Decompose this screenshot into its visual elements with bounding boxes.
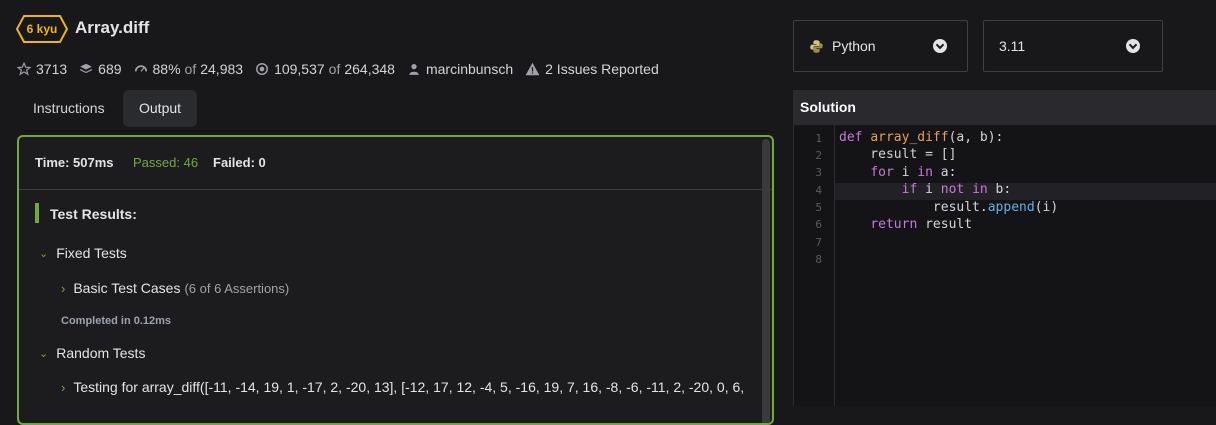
code-line: result = [] <box>839 147 957 162</box>
fixed-tests-group[interactable]: ⌄ Fixed Tests <box>39 245 127 261</box>
line-number: 4 <box>815 184 822 197</box>
issues-label: 2 Issues Reported <box>545 61 659 77</box>
results-marker <box>35 203 39 223</box>
random-test-case[interactable]: › Testing for array_diff([-11, -14, 19, … <box>61 379 744 395</box>
line-number: 1 <box>815 132 822 145</box>
passed-label: Passed: 46 <box>133 155 199 170</box>
output-summary: Time: 507ms Passed: 46 Failed: 0 <box>19 137 772 190</box>
chevron-right-icon: › <box>61 280 66 296</box>
stars-count: 3713 <box>36 61 68 77</box>
kata-title: Array.diff <box>75 18 150 37</box>
line-number: 3 <box>815 166 822 179</box>
code-line: return result <box>870 217 973 232</box>
time-label: Time: 507ms <box>35 155 114 170</box>
star-icon <box>17 62 31 76</box>
testing-for-label: Testing for array_diff([-11, -14, 19, 1,… <box>73 379 745 395</box>
satisfaction-of: of <box>184 61 197 77</box>
gauge-icon <box>134 65 147 72</box>
version-value: 3.11 <box>999 38 1026 54</box>
failed-label: Failed: 0 <box>213 155 266 170</box>
rank-label: 6 kyu <box>26 22 58 36</box>
author-stat[interactable]: marcinbunsch <box>407 61 513 77</box>
results-title: Test Results: <box>50 206 137 222</box>
completed-in: Completed in 0.12ms <box>61 315 172 327</box>
completed-of: of <box>328 61 341 77</box>
warning-icon <box>525 62 540 76</box>
language-value: Python <box>832 38 876 54</box>
output-panel: Time: 507ms Passed: 46 Failed: 0 Test Re… <box>17 135 774 425</box>
basic-test-cases[interactable]: › Basic Test Cases (6 of 6 Assertions) <box>61 280 289 296</box>
line-number: 6 <box>815 218 822 231</box>
author-name: marcinbunsch <box>425 61 514 77</box>
chevron-down-icon: ⌄ <box>39 347 49 360</box>
chevron-down-icon: ⌄ <box>39 247 49 260</box>
line-number: 8 <box>815 253 822 266</box>
tab-output[interactable]: Output <box>123 90 198 127</box>
basic-cases-label: Basic Test Cases <box>73 280 181 296</box>
code-line: def array_diff(a, b): <box>839 130 1004 145</box>
kata-stats: 3713 689 88% of 24,983 109,537 of 264,34… <box>17 59 671 79</box>
tab-instructions[interactable]: Instructions <box>17 90 121 127</box>
layers-icon <box>80 63 93 74</box>
satisfaction-stat: 88% of 24,983 <box>134 61 244 77</box>
target-icon <box>256 63 269 75</box>
language-select[interactable]: Python <box>793 20 968 72</box>
random-tests-label: Random Tests <box>56 345 146 361</box>
collections-count: 689 <box>98 61 122 77</box>
chevron-down-icon <box>1126 39 1140 53</box>
line-number: 2 <box>815 149 822 162</box>
votes-count: 24,983 <box>200 61 244 77</box>
attempts-count: 264,348 <box>344 61 395 77</box>
completed-count: 109,537 <box>274 61 325 77</box>
line-number: 7 <box>815 236 822 249</box>
line-number-gutter: 1 2 3 4 5 6 7 8 <box>794 125 835 406</box>
satisfaction-percent: 88% <box>152 61 181 77</box>
code-line: if i not in b: <box>901 182 1012 197</box>
user-icon <box>409 64 419 75</box>
fixed-tests-label: Fixed Tests <box>56 245 127 261</box>
code-line: for i in a: <box>870 165 957 180</box>
code-line: result.append(i) <box>839 200 1059 215</box>
solution-header: Solution <box>793 90 1216 125</box>
random-tests-group[interactable]: ⌄ Random Tests <box>39 345 145 361</box>
collections-stat: 689 <box>79 61 122 77</box>
python-icon <box>810 39 823 53</box>
basic-assertions: (6 of 6 Assertions) <box>184 280 290 296</box>
chevron-right-icon: › <box>61 379 66 395</box>
line-number: 5 <box>815 201 822 214</box>
issues-stat[interactable]: 2 Issues Reported <box>525 61 659 77</box>
stars-stat[interactable]: 3713 <box>17 61 67 77</box>
output-scrollbar[interactable] <box>762 139 770 423</box>
version-select[interactable]: 3.11 <box>983 20 1163 72</box>
completed-stat: 109,537 of 264,348 <box>255 61 395 77</box>
chevron-down-icon <box>933 39 947 53</box>
code-editor[interactable]: 1 2 3 4 5 6 7 8 def array_diff(a, b): re… <box>793 125 1216 406</box>
